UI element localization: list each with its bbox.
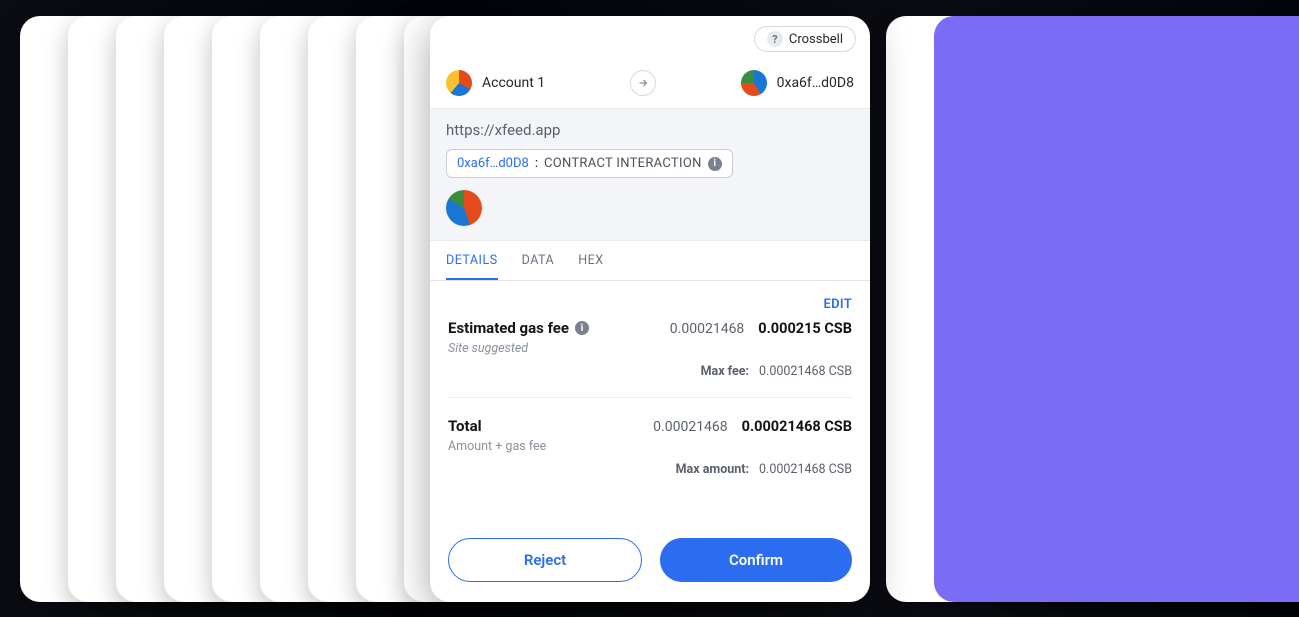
tab-data[interactable]: DATA (522, 241, 555, 280)
gas-fee-sublabel: Site suggested (448, 341, 589, 356)
gas-max-label: Max fee: (701, 364, 749, 379)
gas-fee-native: 0.00021468 (670, 321, 745, 337)
gas-fee-label-text: Estimated gas fee (448, 319, 569, 337)
avatar-icon (741, 70, 767, 96)
from-account-label: Account 1 (482, 75, 545, 91)
origin-block: https://xfeed.app 0xa6f…d0D8 : CONTRACT … (430, 109, 870, 241)
question-icon: ? (767, 31, 783, 47)
edit-gas-link[interactable]: EDIT (823, 297, 852, 312)
tab-details[interactable]: DETAILS (446, 241, 498, 280)
total-display: 0.00021468 CSB (742, 418, 852, 435)
tabs: DETAILS DATA HEX (430, 241, 870, 281)
avatar-icon (446, 70, 472, 96)
interaction-pill[interactable]: 0xa6f…d0D8 : CONTRACT INTERACTION i (446, 149, 733, 178)
network-name: Crossbell (789, 32, 843, 47)
total-max-value: 0.00021468 CSB (759, 462, 852, 477)
from-account[interactable]: Account 1 (446, 70, 545, 96)
network-row: ? Crossbell (430, 16, 870, 60)
action-buttons: Reject Confirm (430, 522, 870, 602)
gas-fee-block: Estimated gas fee i Site suggested 0.000… (448, 318, 852, 398)
gas-fee-label: Estimated gas fee i (448, 319, 589, 337)
network-selector[interactable]: ? Crossbell (754, 26, 856, 52)
token-avatar-icon (446, 190, 482, 226)
interaction-label: CONTRACT INTERACTION (544, 156, 702, 171)
to-account[interactable]: 0xa6f…d0D8 (741, 70, 854, 96)
gas-max-value: 0.00021468 CSB (759, 364, 852, 379)
gas-fee-display: 0.000215 CSB (758, 320, 852, 337)
confirm-button[interactable]: Confirm (660, 538, 852, 582)
tab-hex[interactable]: HEX (578, 241, 603, 280)
total-sublabel: Amount + gas fee (448, 439, 546, 454)
info-icon[interactable]: i (575, 321, 589, 335)
reject-button[interactable]: Reject (448, 538, 642, 582)
accounts-row: Account 1 0xa6f…d0D8 (430, 60, 870, 109)
details-panel: EDIT Estimated gas fee i Site suggested … (430, 281, 870, 522)
edit-row: EDIT (448, 293, 852, 312)
to-account-address: 0xa6f…d0D8 (777, 75, 854, 91)
info-icon[interactable]: i (708, 157, 722, 171)
total-native: 0.00021468 (653, 419, 728, 435)
origin-url: https://xfeed.app (446, 121, 854, 139)
total-label: Total (448, 417, 546, 435)
contract-address-link[interactable]: 0xa6f…d0D8 (457, 156, 529, 171)
total-max-label: Max amount: (676, 462, 749, 477)
colon: : (535, 156, 538, 171)
stacked-card-accent (934, 16, 1299, 602)
arrow-right-icon (630, 70, 656, 96)
total-block: Total Amount + gas fee 0.00021468 0.0002… (448, 416, 852, 477)
transaction-confirm-card: ? Crossbell Account 1 0xa6f…d0D8 https:/… (430, 16, 870, 602)
stage: ? Crossbell Account 1 0xa6f…d0D8 https:/… (0, 0, 1299, 617)
